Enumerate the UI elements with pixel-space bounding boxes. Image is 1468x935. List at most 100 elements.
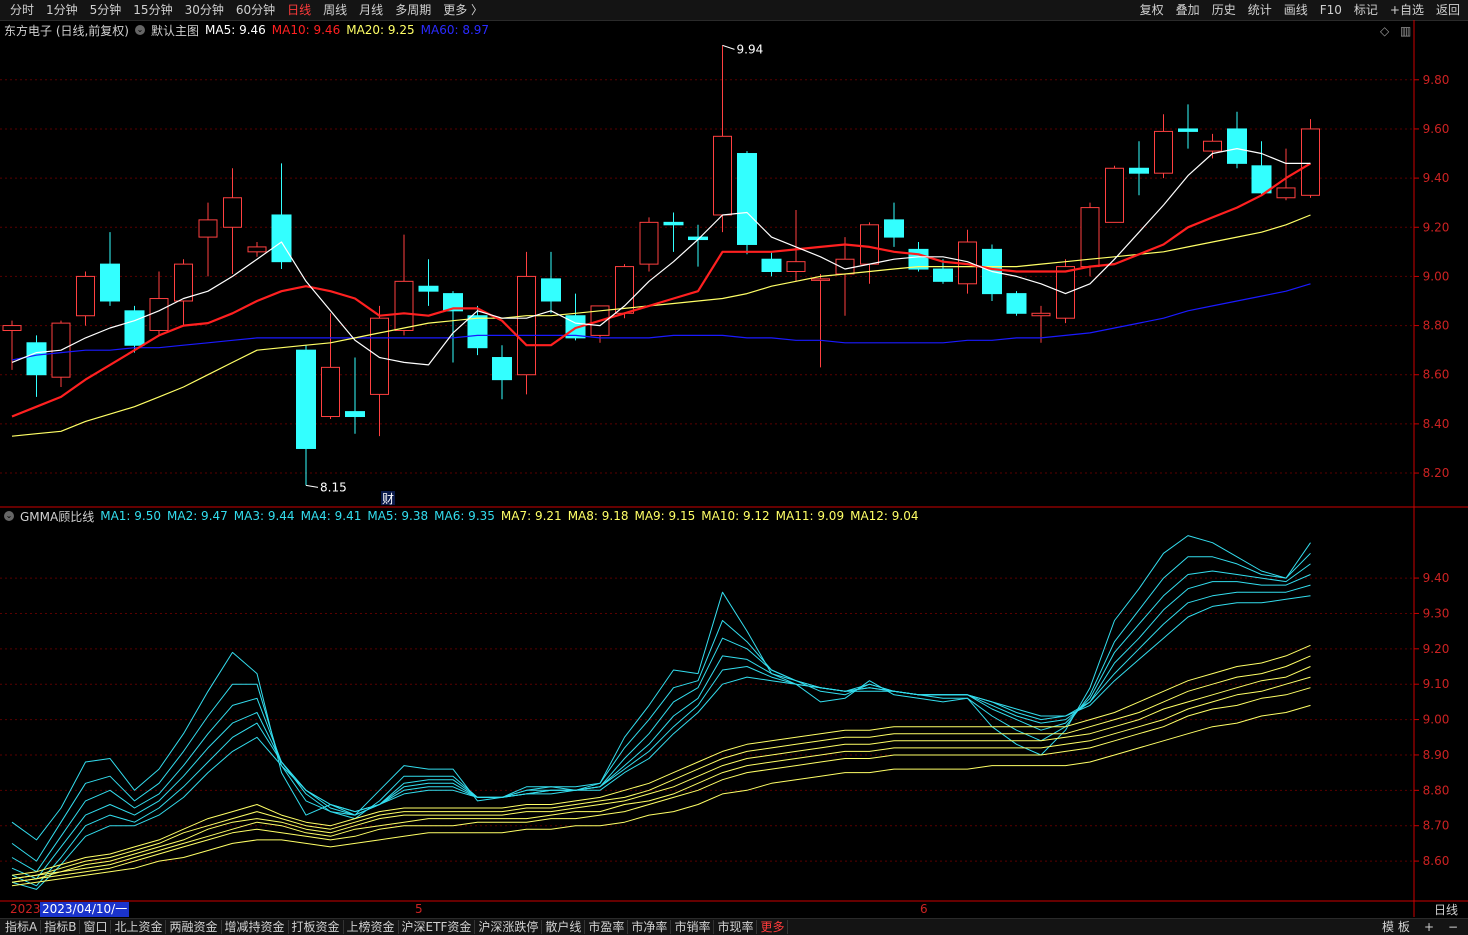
candle-body xyxy=(1154,130,1173,174)
stock-chart[interactable]: 8.20 8.40 8.60 8.80 9.00 9.20 9.40 9.60 9.80 8.6… xyxy=(0,0,1468,934)
candle-body xyxy=(1031,312,1051,317)
indicator-tab-15[interactable]: 更多 xyxy=(757,920,789,934)
indicator-tabs: 指标A 指标B 窗口 北上资金 两融资金 增减持资金 打板资金 上榜资金 沪深ETF资金 沪深涨跌… xyxy=(2,920,789,934)
indicator-tab-1[interactable]: 指标B xyxy=(41,920,81,934)
gmma-ma12-label: MA12: 9.04 xyxy=(850,509,919,523)
indicator-tab-11[interactable]: 市盈率 xyxy=(585,920,629,934)
gmma-ma2-label: MA2: 9.47 xyxy=(167,509,228,523)
candle xyxy=(713,45,732,233)
indicator-tab-9[interactable]: 沪深涨跌停 xyxy=(475,920,543,934)
candle xyxy=(517,251,536,395)
ma10-label: MA10: 9.46 xyxy=(271,23,341,37)
sub-price-axis: 8.60 8.70 8.80 8.90 9.00 9.10 9.20 9.30 9.40 xyxy=(1414,571,1449,868)
diamond-icon[interactable]: ◇ xyxy=(1380,24,1389,38)
low-price-label: 8.15 xyxy=(320,480,347,494)
indicator-tab-13[interactable]: 市销率 xyxy=(671,920,715,934)
date-month-6: 6 xyxy=(920,902,928,916)
main-price-axis: 8.20 8.40 8.60 8.80 9.00 9.20 9.40 9.60 9.80 xyxy=(1414,73,1449,480)
candle-body xyxy=(345,411,365,418)
candle-body xyxy=(737,153,757,245)
template-button[interactable]: 模 板 xyxy=(1382,920,1410,934)
indicator-tab-12[interactable]: 市净率 xyxy=(628,920,672,934)
chart-annotations: 9.94 8.15 财 xyxy=(305,42,763,506)
gmma-ma2-line xyxy=(11,552,1311,862)
candle xyxy=(860,222,879,284)
candle-body xyxy=(811,278,830,281)
gmma-ma7-label: MA7: 9.21 xyxy=(500,509,562,523)
candle xyxy=(26,335,47,397)
indicator-tab-10[interactable]: 散户线 xyxy=(542,920,586,934)
sub-tick-label: 9.20 xyxy=(1423,642,1450,656)
candle xyxy=(541,251,561,314)
candle xyxy=(76,271,95,326)
ma60-line xyxy=(11,283,1311,361)
candle xyxy=(615,264,634,319)
candle-body xyxy=(26,342,47,376)
candle xyxy=(321,313,340,419)
candle-body xyxy=(663,221,684,226)
candle-body xyxy=(321,366,340,418)
candle-body xyxy=(1276,187,1296,199)
indicator-tab-8[interactable]: 沪深ETF资金 xyxy=(399,920,476,934)
gmma-ma9-label: MA9: 9.15 xyxy=(634,509,696,523)
indicator-options-icon[interactable]: ⌄ xyxy=(4,511,14,521)
indicator-tab-4[interactable]: 两融资金 xyxy=(166,920,222,934)
remove-indicator-button[interactable]: − xyxy=(1448,920,1458,934)
candle-body xyxy=(541,278,561,302)
candle-body xyxy=(223,197,242,228)
main-tick-label: 9.80 xyxy=(1423,73,1450,87)
main-tick-label: 8.20 xyxy=(1423,466,1450,480)
gmma-ma12-line xyxy=(11,704,1311,887)
indicator-tab-7[interactable]: 上榜资金 xyxy=(344,920,399,934)
candle xyxy=(1203,133,1222,159)
gmma-ma9-line xyxy=(11,666,1311,880)
candle xyxy=(492,345,512,400)
sub-tick-label: 8.70 xyxy=(1423,819,1450,833)
candle-body xyxy=(713,135,732,216)
indicator-tab-0[interactable]: 指标A xyxy=(2,920,42,934)
candle-body xyxy=(2,325,22,331)
candle xyxy=(198,202,218,277)
candlesticks xyxy=(2,45,1320,486)
candle-body xyxy=(124,310,145,346)
candle-body xyxy=(639,221,659,265)
candle-body xyxy=(1203,140,1222,152)
indicator-tab-2[interactable]: 窗口 xyxy=(80,920,112,934)
candle xyxy=(149,271,169,336)
indicator-tab-14[interactable]: 市现率 xyxy=(714,920,758,934)
gmma-ma5-label: MA5: 9.38 xyxy=(367,509,429,523)
chart-options-icon[interactable]: ⌄ xyxy=(135,25,145,35)
candle xyxy=(100,232,120,306)
candle xyxy=(223,168,242,274)
candle xyxy=(663,212,684,252)
add-indicator-button[interactable]: + xyxy=(1424,920,1434,934)
gmma-ma8-line xyxy=(11,655,1311,880)
indicator-tab-3[interactable]: 北上资金 xyxy=(111,920,167,934)
candle-body xyxy=(394,280,414,331)
indicator-tab-6[interactable]: 打板资金 xyxy=(289,920,344,934)
candle xyxy=(1154,114,1173,179)
gmma-legend: ⌄ GMMA顾比线 MA1: 9.50 MA2: 9.47 MA3: 9.44 MA4… xyxy=(4,508,919,524)
indicator-tab-5[interactable]: 增减持资金 xyxy=(222,920,289,934)
gmma-ma3-label: MA3: 9.44 xyxy=(233,509,295,523)
candle-body xyxy=(418,285,439,292)
candle-body xyxy=(492,357,512,381)
sub-tick-label: 8.60 xyxy=(1423,854,1450,868)
candle xyxy=(761,251,782,277)
candle xyxy=(1178,104,1198,149)
period-label[interactable]: 日线 xyxy=(1434,903,1458,918)
date-start: 2023 xyxy=(10,902,41,916)
candle xyxy=(370,305,389,437)
ma60-label: MA60: 8.97 xyxy=(420,23,490,37)
ma5-label: MA5: 9.46 xyxy=(205,23,266,37)
candle-body xyxy=(1129,167,1149,174)
date-selected: 2023/04/10/一 xyxy=(40,902,130,917)
candle-body xyxy=(198,219,218,238)
candle-body xyxy=(860,224,879,265)
candle-body xyxy=(271,214,292,263)
sub-tick-label: 9.40 xyxy=(1423,571,1450,585)
layout-icon[interactable]: ▥ xyxy=(1400,24,1411,38)
candle-body xyxy=(835,258,855,275)
candle-body xyxy=(1105,167,1124,223)
candle-body xyxy=(517,275,536,376)
